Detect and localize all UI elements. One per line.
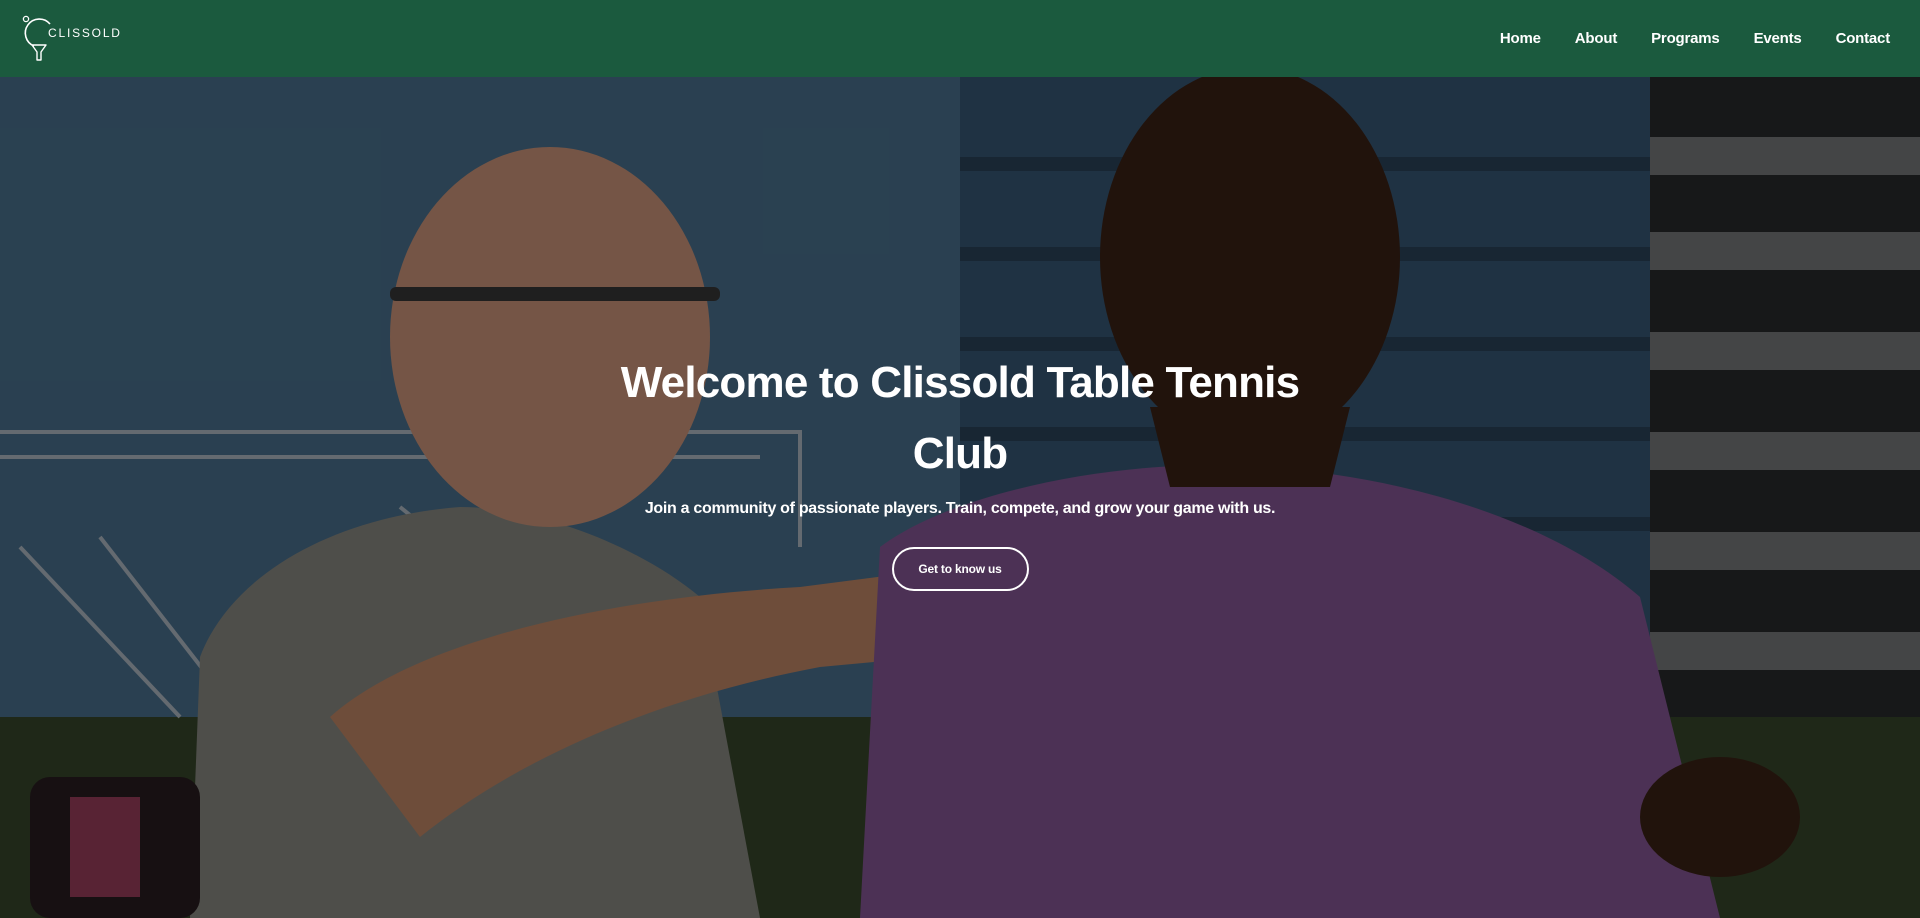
hero-section: Welcome to Clissold Table Tennis Club Jo… [0, 77, 1920, 918]
nav-programs-link[interactable]: Programs [1651, 30, 1720, 47]
nav-contact-link[interactable]: Contact [1836, 30, 1891, 47]
hero-content: Welcome to Clissold Table Tennis Club Jo… [0, 77, 1920, 918]
nav-home-link[interactable]: Home [1500, 30, 1541, 47]
hero-subtitle: Join a community of passionate players. … [644, 500, 1276, 517]
site-logo[interactable]: CLISSOLD [22, 14, 120, 64]
get-to-know-us-button[interactable]: Get to know us [891, 547, 1029, 591]
main-nav: Home About Programs Events Contact [1466, 0, 1890, 77]
site-header: CLISSOLD Home About Programs Events Cont… [0, 0, 1920, 77]
hero-title: Welcome to Clissold Table Tennis Club [620, 358, 1300, 478]
nav-events-link[interactable]: Events [1754, 30, 1802, 47]
nav-about-link[interactable]: About [1575, 30, 1618, 47]
brand-name: CLISSOLD [48, 26, 122, 40]
